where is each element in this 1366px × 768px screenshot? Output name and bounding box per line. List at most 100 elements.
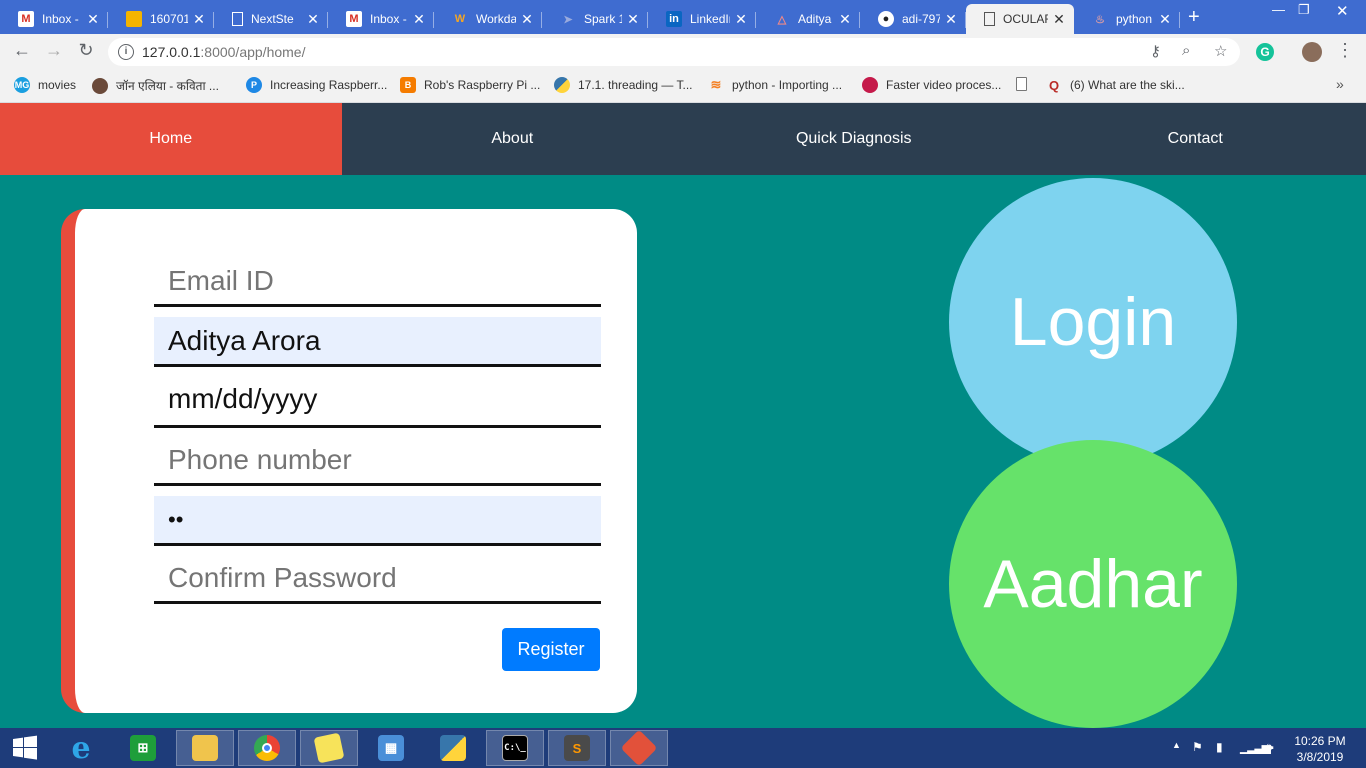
bookmark-item[interactable]: Q (6) What are the ski...: [1046, 77, 1185, 93]
bookmark-item[interactable]: 17.1. threading — T...: [554, 77, 693, 93]
close-tab-icon[interactable]: ✕: [306, 11, 320, 28]
close-tab-icon[interactable]: ✕: [192, 11, 206, 28]
browser-tab[interactable]: △ Aditya A ✕: [756, 4, 860, 34]
restore-icon[interactable]: ❐: [1298, 2, 1310, 18]
close-tab-icon[interactable]: ✕: [520, 11, 534, 28]
profile-avatar[interactable]: [1302, 42, 1322, 62]
browser-tab-active[interactable]: OCULAR ✕: [966, 4, 1074, 34]
url-host: 127.0.0.1: [142, 44, 201, 60]
bookmark-item[interactable]: ≋ python - Importing ...: [708, 77, 843, 93]
zoom-icon[interactable]: ⌕: [1182, 42, 1190, 59]
browser-tab[interactable]: 160701 ✕: [108, 4, 214, 34]
nav-quick-diagnosis[interactable]: Quick Diagnosis: [683, 103, 1025, 175]
bookmark-item[interactable]: MG movies: [14, 77, 76, 93]
window-close-icon[interactable]: ✕: [1336, 2, 1349, 20]
browser-tab-strip: M Inbox - ✕ 160701 ✕ NextSte ✕ M Inbox -…: [0, 0, 1366, 34]
taskbar-python[interactable]: [424, 730, 482, 766]
document-icon: [232, 12, 243, 26]
taskbar-cmd[interactable]: C:\_: [486, 730, 544, 766]
dob-field[interactable]: mm/dd/yyyy: [154, 373, 601, 428]
taskbar-store[interactable]: ⊞: [114, 730, 172, 766]
stackoverflow-icon: ≋: [710, 77, 722, 92]
bookmark-star-icon[interactable]: ☆: [1214, 42, 1227, 60]
browser-toolbar: ← → ↻ i 127.0.0.1:8000/app/home/ ⚷ ⌕ ☆: [0, 34, 1366, 70]
nav-home[interactable]: Home: [0, 103, 342, 175]
nav-contact[interactable]: Contact: [1025, 103, 1366, 175]
bookmark-item[interactable]: B Rob's Raspberry Pi ...: [400, 77, 540, 93]
close-tab-icon[interactable]: ✕: [626, 11, 640, 28]
forward-icon[interactable]: →: [42, 40, 66, 61]
nav-about[interactable]: About: [342, 103, 684, 175]
browser-tab[interactable]: ● adi-797 ✕: [860, 4, 966, 34]
close-tab-icon[interactable]: ✕: [412, 11, 426, 28]
phone-field[interactable]: Phone number: [154, 436, 601, 486]
chrome-icon: [254, 735, 280, 761]
taskbar-chrome[interactable]: [238, 730, 296, 766]
github-icon: ●: [878, 11, 894, 27]
browser-tab[interactable]: ♨ python ✕: [1074, 4, 1180, 34]
close-tab-icon[interactable]: ✕: [734, 11, 748, 28]
close-tab-icon[interactable]: ✕: [86, 11, 100, 28]
minimize-icon[interactable]: —: [1272, 2, 1285, 17]
browser-tab[interactable]: NextSte ✕: [214, 4, 328, 34]
flag-icon[interactable]: ⚑: [1192, 740, 1203, 754]
taskbar-sublime[interactable]: S: [548, 730, 606, 766]
bookmark-item[interactable]: Faster video proces...: [862, 77, 1001, 93]
mg-icon: MG: [14, 77, 30, 93]
windows-taskbar: e ⊞ ▦ C:\_ S ▲ ⚑ ▮ ▁▂▃▅ 🕪: [0, 728, 1366, 768]
taskbar-clock[interactable]: 10:26 PM 3/8/2019: [1292, 733, 1348, 765]
store-icon: ⊞: [130, 735, 156, 761]
battery-icon[interactable]: ▮: [1216, 740, 1223, 754]
reload-icon[interactable]: ↻: [74, 40, 98, 61]
login-button[interactable]: Login: [949, 178, 1237, 466]
grammarly-icon[interactable]: G: [1256, 43, 1274, 61]
back-icon[interactable]: ←: [10, 40, 34, 61]
internet-explorer-icon: e: [71, 730, 91, 766]
email-field[interactable]: Email ID: [154, 257, 601, 307]
clock-time: 10:26 PM: [1294, 734, 1346, 748]
confirm-password-field[interactable]: Confirm Password: [154, 554, 601, 604]
triangle-icon: △: [777, 13, 787, 26]
bookmarks-bar: MG movies जॉन एलिया - कविता ... P Increa…: [0, 70, 1366, 103]
git-icon: [620, 729, 658, 767]
taskbar-ie[interactable]: e: [52, 730, 110, 766]
raspberry-icon: [862, 77, 878, 93]
start-button[interactable]: [0, 730, 50, 766]
clock-date: 3/8/2019: [1296, 750, 1344, 764]
info-icon[interactable]: i: [118, 44, 134, 60]
browser-tab[interactable]: M Inbox - ✕: [0, 4, 108, 34]
taskbar-git[interactable]: [610, 729, 668, 767]
close-tab-icon[interactable]: ✕: [1052, 11, 1066, 28]
volume-icon[interactable]: 🕪: [1266, 740, 1274, 755]
close-tab-icon[interactable]: ✕: [838, 11, 852, 28]
new-tab-icon[interactable]: +: [1188, 6, 1200, 29]
browser-tab[interactable]: in LinkedIn ✕: [648, 4, 756, 34]
register-button[interactable]: Register: [502, 628, 600, 671]
close-tab-icon[interactable]: ✕: [1158, 11, 1172, 28]
registration-card: Email ID Aditya Arora mm/dd/yyyy Phone n…: [61, 209, 637, 713]
folder-icon: [192, 735, 218, 761]
document-icon: [984, 12, 995, 26]
close-tab-icon[interactable]: ✕: [944, 11, 958, 28]
blogger-icon: B: [400, 77, 416, 93]
network-icon[interactable]: ▁▂▃▅: [1240, 740, 1271, 754]
key-icon[interactable]: ⚷: [1150, 42, 1161, 60]
browser-tab[interactable]: M Inbox - ✕: [328, 4, 434, 34]
taskbar-file-explorer[interactable]: [176, 730, 234, 766]
bookmark-item[interactable]: P Increasing Raspberr...: [246, 77, 387, 93]
bookmark-item[interactable]: [1016, 77, 1035, 91]
linkedin-icon: in: [666, 11, 682, 27]
aadhar-button[interactable]: Aadhar: [949, 440, 1237, 728]
menu-icon[interactable]: ⋮: [1336, 40, 1354, 61]
bookmark-item[interactable]: जॉन एलिया - कविता ...: [92, 77, 219, 94]
gmail-icon: M: [18, 11, 34, 27]
tray-expand-icon[interactable]: ▲: [1172, 740, 1181, 750]
browser-tab[interactable]: W Workda ✕: [434, 4, 542, 34]
address-bar[interactable]: i 127.0.0.1:8000/app/home/ ⚷ ⌕ ☆: [108, 38, 1240, 66]
taskbar-control-panel[interactable]: ▦: [362, 730, 420, 766]
more-bookmarks-icon[interactable]: »: [1336, 76, 1344, 92]
browser-tab[interactable]: ➤ Spark 1( ✕: [542, 4, 648, 34]
taskbar-sticky-notes[interactable]: [300, 730, 358, 766]
name-field[interactable]: Aditya Arora: [154, 317, 601, 367]
password-field[interactable]: ••: [154, 496, 601, 546]
